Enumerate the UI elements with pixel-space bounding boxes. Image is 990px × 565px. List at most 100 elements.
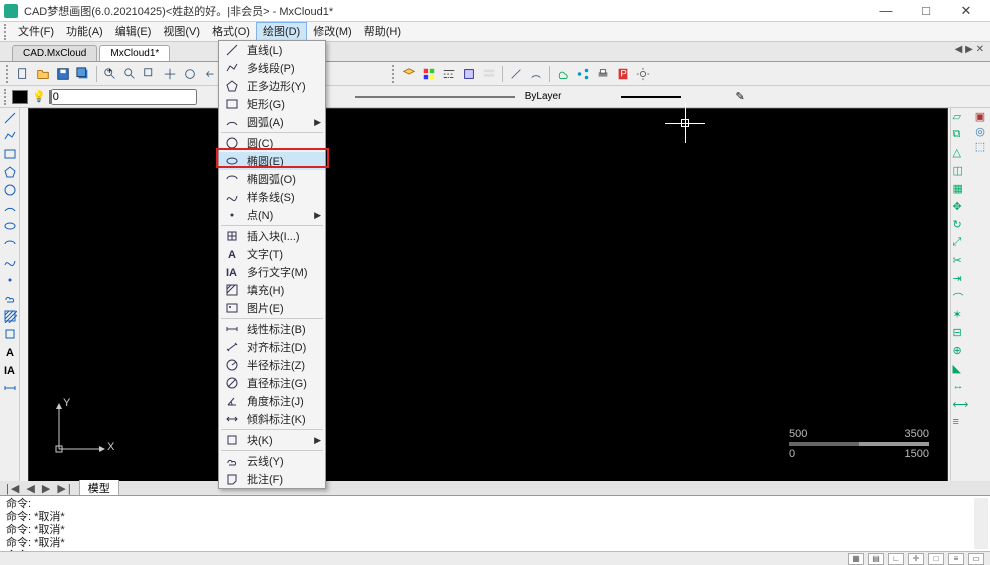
menu-item-text[interactable]: A文字(T) — [219, 245, 325, 263]
menu-item-dimdia[interactable]: 直径标注(G) — [219, 374, 325, 392]
menu-item-dimobl[interactable]: 倾斜标注(K) — [219, 410, 325, 428]
arc-tool[interactable] — [2, 200, 18, 216]
polar-toggle[interactable]: ✛ — [908, 553, 924, 565]
block-button[interactable] — [460, 65, 478, 83]
polyline-tool[interactable] — [2, 128, 18, 144]
ortho-toggle[interactable]: ∟ — [888, 553, 904, 565]
menu-item-dimrad[interactable]: 半径标注(Z) — [219, 356, 325, 374]
linetype-preview[interactable] — [355, 94, 515, 100]
trim-tool[interactable]: ✂ — [953, 254, 969, 270]
menu-format[interactable]: 格式(O) — [206, 22, 256, 42]
menu-item-spline[interactable]: 样条线(S) — [219, 188, 325, 206]
hatch-tool[interactable] — [2, 308, 18, 324]
zoomprev-button[interactable] — [201, 65, 219, 83]
close-button[interactable]: ✕ — [946, 0, 986, 22]
rect-tool[interactable] — [2, 146, 18, 162]
zoomext-button[interactable] — [181, 65, 199, 83]
stretch-tool[interactable]: ↔ — [953, 380, 969, 396]
chamfer-tool[interactable]: ◣ — [953, 362, 969, 378]
lengthen-tool[interactable]: ⟷ — [953, 398, 969, 414]
menu-item-dimang[interactable]: 角度标注(J) — [219, 392, 325, 410]
ellipse-tool[interactable] — [2, 218, 18, 234]
zoomwin-button[interactable] — [141, 65, 159, 83]
menu-item-cloud[interactable]: 云线(Y) — [219, 452, 325, 470]
move-tool[interactable]: ✥ — [953, 200, 969, 216]
text-tool[interactable]: A — [2, 344, 18, 360]
minimize-button[interactable]: — — [866, 0, 906, 22]
linetype-button[interactable] — [440, 65, 458, 83]
menu-item-ellipse[interactable]: 椭圆(E) — [219, 152, 325, 170]
erase-tool[interactable]: ▱ — [953, 110, 969, 126]
share-button[interactable] — [574, 65, 592, 83]
settings-button[interactable] — [634, 65, 652, 83]
array-tool[interactable]: ▦ — [953, 182, 969, 198]
align-tool[interactable]: ≡ — [953, 416, 969, 432]
menu-item-ellipsearc[interactable]: 椭圆弧(O) — [219, 170, 325, 188]
point-tool[interactable] — [2, 272, 18, 288]
zoomin-button[interactable]: + — [101, 65, 119, 83]
layout-nav[interactable]: |◀ ◀ ▶ ▶| — [6, 482, 73, 495]
menu-item-blockdef[interactable]: 块(K)▶ — [219, 431, 325, 449]
menu-item-arc[interactable]: 圆弧(A)▶ — [219, 113, 325, 131]
line-tool[interactable] — [2, 110, 18, 126]
osnap-toggle[interactable]: □ — [928, 553, 944, 565]
menu-func[interactable]: 功能(A) — [60, 22, 109, 42]
scrollbar[interactable] — [974, 498, 988, 549]
drawing-canvas[interactable]: Y X 5003500 01500 — [28, 108, 948, 483]
menu-edit[interactable]: 编辑(E) — [109, 22, 158, 42]
menu-item-line[interactable]: 直线(L) — [219, 41, 325, 59]
explode-tool[interactable]: ✶ — [953, 308, 969, 324]
grid-toggle[interactable]: ▤ — [868, 553, 884, 565]
measure-button[interactable] — [507, 65, 525, 83]
snap-toggle[interactable]: ▦ — [848, 553, 864, 565]
menu-item-hatch[interactable]: 填充(H) — [219, 281, 325, 299]
circle-tool[interactable] — [2, 182, 18, 198]
rotate-tool[interactable]: ↻ — [953, 218, 969, 234]
menu-item-polyline[interactable]: 多线段(P) — [219, 59, 325, 77]
dyn-toggle[interactable]: ▭ — [968, 553, 984, 565]
saveall-button[interactable] — [74, 65, 92, 83]
ellipsearc-tool[interactable] — [2, 236, 18, 252]
print-button[interactable] — [594, 65, 612, 83]
menu-item-mtext[interactable]: IA多行文字(M) — [219, 263, 325, 281]
arc-tool-button[interactable] — [527, 65, 545, 83]
props-button[interactable] — [480, 65, 498, 83]
extra-1[interactable]: ▣ — [975, 110, 985, 123]
mirror-tool[interactable]: △ — [953, 146, 969, 162]
dim-tool[interactable] — [2, 380, 18, 396]
join-tool[interactable]: ⊕ — [953, 344, 969, 360]
lwt-toggle[interactable]: ≡ — [948, 553, 964, 565]
menu-item-polygon[interactable]: 正多边形(Y) — [219, 77, 325, 95]
menu-modify[interactable]: 修改(M) — [307, 22, 358, 42]
block-tool[interactable] — [2, 326, 18, 342]
menu-item-point[interactable]: 点(N)▶ — [219, 206, 325, 224]
menu-item-dimalign[interactable]: 对齐标注(D) — [219, 338, 325, 356]
save-button[interactable] — [54, 65, 72, 83]
cloud-button[interactable] — [554, 65, 572, 83]
menu-item-dimlin[interactable]: 线性标注(B) — [219, 320, 325, 338]
doctab-2[interactable]: MxCloud1* — [99, 45, 170, 61]
layer-button[interactable] — [400, 65, 418, 83]
doctab-nav[interactable]: ◀ ▶ ✕ — [955, 44, 984, 55]
copy-tool[interactable]: ⧉ — [953, 128, 969, 144]
fillet-tool[interactable]: ⌒ — [953, 290, 969, 306]
spline-tool[interactable] — [2, 254, 18, 270]
extend-tool[interactable]: ⇥ — [953, 272, 969, 288]
color-button[interactable] — [420, 65, 438, 83]
brush-icon[interactable]: ✎ — [735, 90, 744, 103]
menu-item-block[interactable]: 插入块(I...) — [219, 227, 325, 245]
menu-item-image[interactable]: 图片(E) — [219, 299, 325, 317]
pdf-button[interactable]: PDF — [614, 65, 632, 83]
menu-item-note[interactable]: 批注(F) — [219, 470, 325, 488]
color-swatch[interactable] — [12, 90, 28, 104]
menu-view[interactable]: 视图(V) — [157, 22, 206, 42]
maximize-button[interactable]: □ — [906, 0, 946, 22]
extra-3[interactable]: ⬚ — [975, 140, 985, 153]
pan-button[interactable] — [161, 65, 179, 83]
menu-item-circle[interactable]: 圆(C) — [219, 134, 325, 152]
menu-file[interactable]: 文件(F) — [12, 22, 60, 42]
linetype-select[interactable]: ByLayer — [525, 91, 562, 102]
model-tab[interactable]: 模型 — [79, 480, 119, 496]
polygon-tool[interactable] — [2, 164, 18, 180]
break-tool[interactable]: ⊟ — [953, 326, 969, 342]
